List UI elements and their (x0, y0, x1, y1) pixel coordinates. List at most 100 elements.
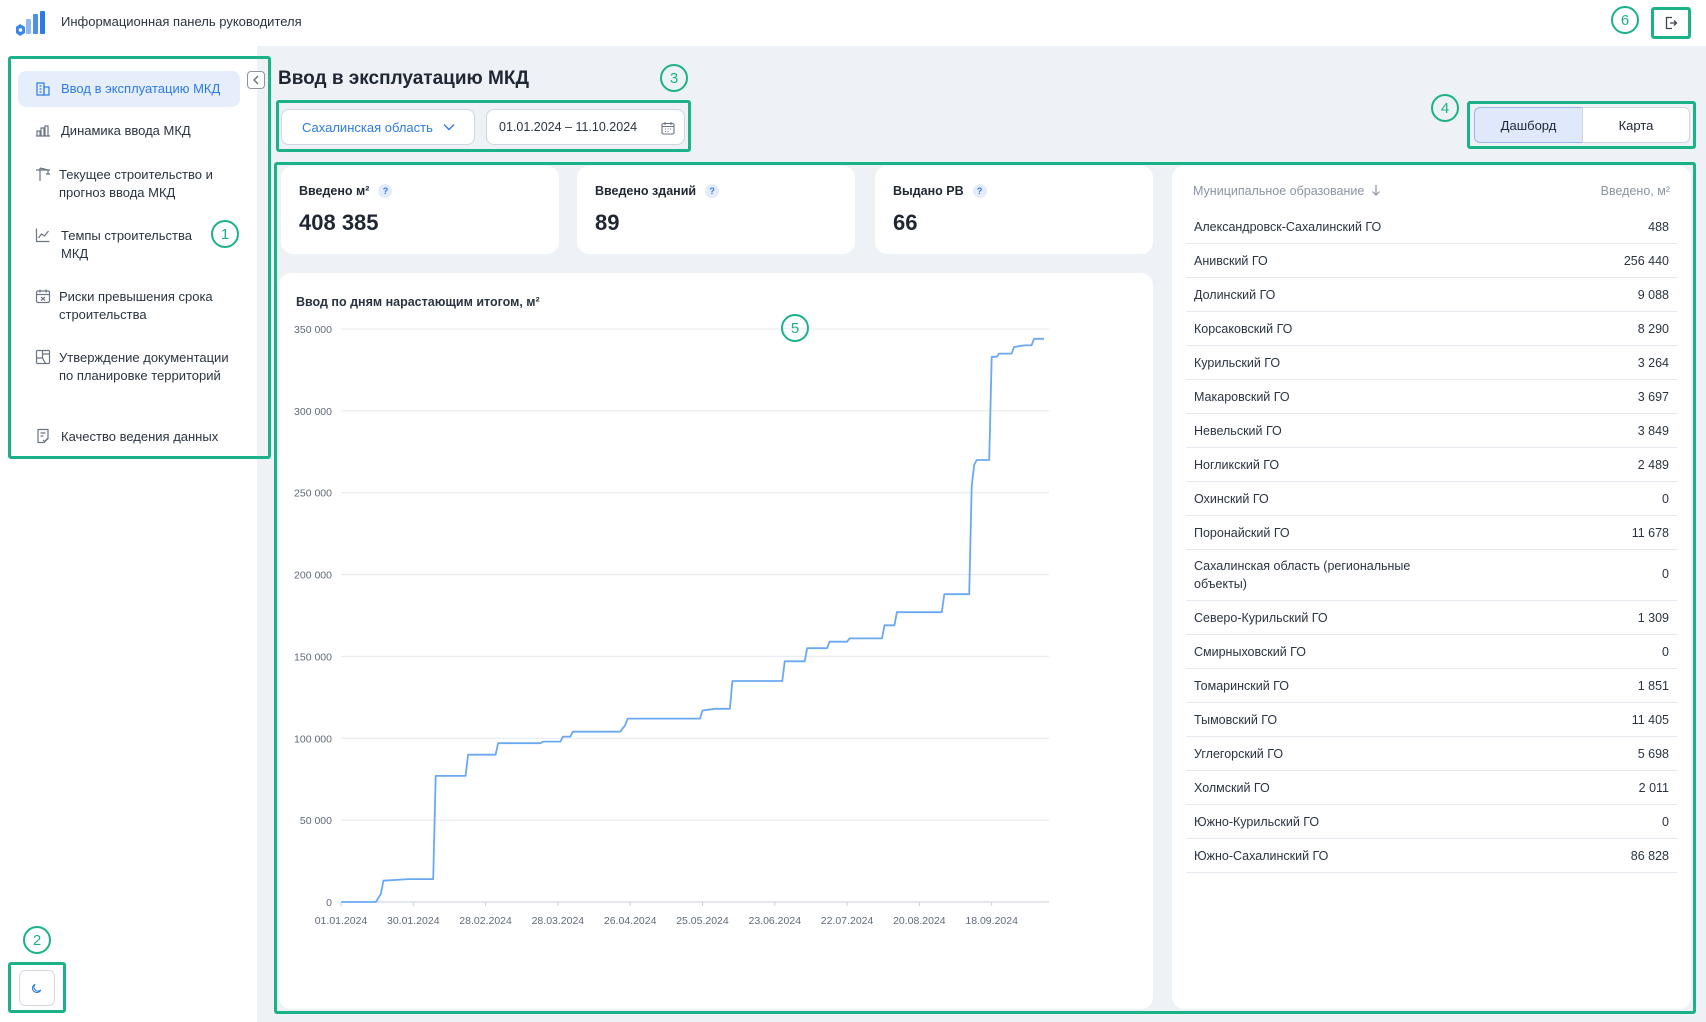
row-municipality: Анивский ГО (1194, 254, 1268, 268)
cumulative-line-chart: 0 50 000 100 000 150 000 200 000 250 000 300 0… (294, 324, 1049, 927)
y-tick-label: 50 000 (300, 815, 332, 827)
table-row: Томаринский ГО 1 851 (1186, 669, 1677, 703)
sidebar-item-label: Ввод в эксплуатацию МКД (61, 81, 221, 96)
table-row: Холмский ГО 2 011 (1186, 771, 1677, 805)
region-select[interactable]: Сахалинская область (281, 109, 475, 145)
y-tick-label: 0 (326, 897, 332, 909)
row-municipality: Поронайский ГО (1194, 526, 1290, 540)
annotation-badge-6: 6 (1611, 6, 1639, 34)
kpi-value: 89 (595, 210, 620, 235)
table-row: Южно-Курильский ГО 0 (1186, 805, 1677, 839)
sidebar-item-label: Динамика ввода МКД (61, 123, 191, 138)
row-value: 2 489 (1637, 458, 1669, 472)
tab-dashboard[interactable]: Дашборд (1474, 107, 1583, 143)
calendar-x-icon (35, 289, 51, 304)
table-row: Сахалинская область (региональные объект… (1186, 550, 1677, 601)
date-range-input[interactable]: 01.01.2024 – 11.10.2024 (486, 109, 685, 145)
annotation-badge-2: 2 (23, 926, 51, 954)
column-header-label: Муниципальное образование (1193, 184, 1365, 198)
help-icon[interactable]: ? (378, 184, 393, 198)
y-tick-label: 350 000 (294, 324, 332, 336)
row-municipality: Долинский ГО (1194, 288, 1276, 302)
help-icon[interactable]: ? (705, 184, 720, 198)
logout-button[interactable] (1651, 7, 1691, 39)
table-row: Невельский ГО 3 849 (1186, 414, 1677, 448)
sidebar-item-label: Текущее строительство и прогноз ввода МК… (59, 167, 213, 200)
tab-map[interactable]: Карта (1582, 107, 1690, 143)
table-row: Углегорский ГО 5 698 (1186, 737, 1677, 771)
x-tick-label: 26.04.2024 (604, 915, 657, 927)
sidebar-item-dynamics[interactable]: Динамика ввода МКД (18, 122, 240, 140)
chart-card: Ввод по дням нарастающим итогом, м² 0 50 … (279, 273, 1153, 1009)
row-value: 256 440 (1623, 254, 1669, 268)
region-select-value: Сахалинская область (302, 119, 433, 135)
row-value: 86 828 (1630, 849, 1669, 863)
row-value: 11 405 (1631, 713, 1669, 727)
y-tick-label: 150 000 (294, 651, 332, 663)
top-bar: Информационная панель руководителя (0, 0, 1706, 46)
row-value: 11 678 (1631, 526, 1669, 540)
calendar-icon (661, 122, 675, 135)
theme-toggle-button[interactable] (19, 969, 55, 1006)
sidebar-item-current-construction[interactable]: Текущее строительство и прогноз ввода МК… (18, 166, 240, 202)
theme-toggle-area (8, 962, 66, 1013)
date-range-value: 01.01.2024 – 11.10.2024 (499, 120, 638, 134)
sort-arrow-down-icon (1371, 185, 1380, 196)
annotation-badge-1: 1 (211, 220, 239, 248)
column-header-municipality[interactable]: Муниципальное образование (1193, 184, 1381, 198)
sidebar-item-construction-pace[interactable]: Темпы строительства МКД (18, 227, 240, 263)
chevron-down-icon (443, 124, 455, 131)
map-plan-icon (35, 349, 51, 365)
x-tick-label: 23.06.2024 (748, 915, 801, 927)
x-tick-label: 18.09.2024 (965, 915, 1018, 927)
row-value: 8 290 (1637, 322, 1669, 336)
row-municipality: Южно-Курильский ГО (1194, 815, 1320, 829)
kpi-value: 66 (893, 210, 918, 235)
table-row: Курильский ГО 3 264 (1186, 346, 1677, 380)
collapse-sidebar-button[interactable] (247, 71, 265, 89)
sidebar-item-commissioning[interactable]: Ввод в эксплуатацию МКД (18, 71, 240, 107)
row-value: 2 011 (1638, 781, 1669, 795)
row-municipality: Южно-Сахалинский ГО (1194, 849, 1329, 863)
row-municipality: Александровск-Сахалинский ГО (1194, 220, 1382, 234)
row-value: 488 (1648, 220, 1669, 234)
table-row: Александровск-Сахалинский ГО 488 (1186, 210, 1677, 244)
table-row: Смирныховский ГО 0 (1186, 635, 1677, 669)
kpi-label: Введено м² (299, 184, 370, 198)
row-municipality: Невельский ГО (1194, 424, 1282, 438)
row-municipality: Охинский ГО (1194, 492, 1269, 506)
x-tick-label: 28.03.2024 (532, 915, 585, 927)
y-tick-label: 250 000 (294, 488, 332, 500)
row-municipality: Северо-Курильский ГО (1194, 611, 1328, 625)
sidebar-item-territory-planning[interactable]: Утверждение документации по планировке т… (18, 349, 240, 385)
line-chart-icon (35, 228, 50, 243)
row-municipality: Сахалинская область (региональные объект… (1194, 559, 1411, 591)
row-municipality: Углегорский ГО (1194, 747, 1284, 761)
logout-icon (1665, 16, 1678, 30)
x-tick-label: 20.08.2024 (893, 915, 946, 927)
sidebar-item-label: Темпы строительства МКД (61, 228, 192, 261)
row-value: 0 (1662, 645, 1669, 659)
help-icon[interactable]: ? (972, 184, 987, 198)
row-municipality: Макаровский ГО (1194, 390, 1290, 404)
x-tick-label: 01.01.2024 (315, 915, 368, 927)
sidebar-item-deadline-risks[interactable]: Риски превышения срока строительства (18, 288, 240, 324)
row-value: 3 264 (1637, 356, 1669, 370)
table-row: Охинский ГО 0 (1186, 482, 1677, 516)
kpi-label: Введено зданий (595, 184, 697, 198)
sidebar-item-data-quality[interactable]: Качество ведения данных (18, 428, 240, 446)
building-icon (36, 82, 50, 96)
row-municipality: Курильский ГО (1194, 356, 1281, 370)
row-municipality: Холмский ГО (1194, 781, 1270, 795)
kpi-value: 408 385 (299, 210, 379, 235)
checklist-icon (37, 428, 49, 444)
row-municipality: Тымовский ГО (1194, 713, 1278, 727)
annotation-badge-4: 4 (1431, 94, 1459, 122)
row-value: 5 698 (1637, 747, 1669, 761)
row-value: 3 697 (1637, 390, 1669, 404)
row-municipality: Корсаковский ГО (1194, 322, 1293, 336)
row-municipality: Томаринский ГО (1194, 679, 1289, 693)
chevron-left-icon (253, 75, 259, 85)
kpi-card-buildings: Введено зданий? 89 (577, 166, 855, 254)
table-row: Северо-Курильский ГО 1 309 (1186, 601, 1677, 635)
